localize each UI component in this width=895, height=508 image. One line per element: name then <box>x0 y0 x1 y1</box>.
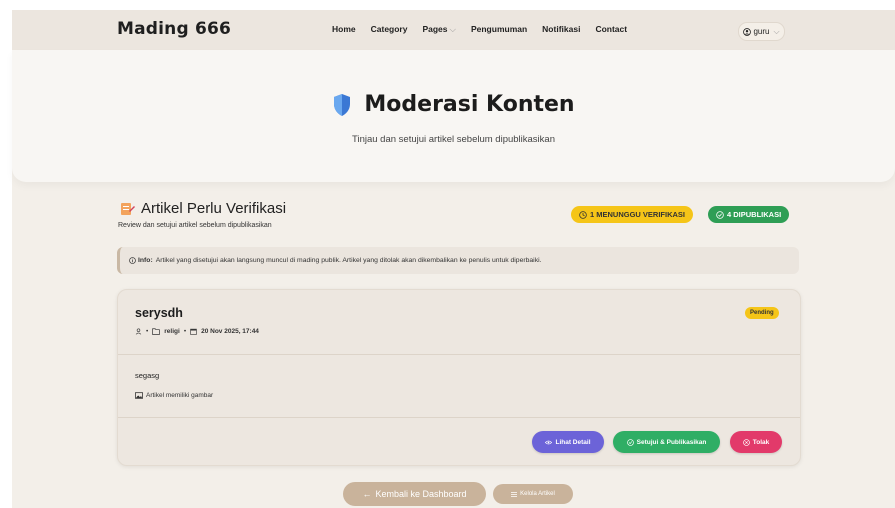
hero-banner: Moderasi Konten Tinjau dan setujui artik… <box>12 50 895 182</box>
nav-category[interactable]: Category <box>371 24 408 35</box>
shield-icon <box>332 93 352 117</box>
nav-home[interactable]: Home <box>332 24 356 35</box>
image-note: Artikel memiliki gambar <box>135 392 213 399</box>
article-title: serysdh <box>135 306 183 320</box>
published-count-text: 4 DIPUBLIKASI <box>727 210 782 219</box>
info-alert: Info: Artikel yang disetujui akan langsu… <box>117 247 799 274</box>
view-detail-button[interactable]: Lihat Detail <box>532 431 604 453</box>
eye-icon <box>545 440 553 445</box>
view-detail-label: Lihat Detail <box>555 438 591 446</box>
info-text: Artikel yang disetujui akan langsung mun… <box>155 257 542 264</box>
navbar: Mading 666 Home Category Pages ⌵ Pengumum… <box>12 10 895 51</box>
folder-icon <box>152 328 161 335</box>
article-date: 20 Nov 2025, 17:44 <box>201 328 259 335</box>
nav-pages-label: Pages <box>422 24 448 34</box>
manage-articles-button[interactable]: Kelola Artikel <box>493 484 573 504</box>
arrow-left-icon: ← <box>362 489 372 499</box>
nav-pengumuman[interactable]: Pengumuman <box>471 24 527 35</box>
manage-articles-label: Kelola Artikel <box>520 491 555 497</box>
section-title: Artikel Perlu Verifikasi <box>120 200 286 217</box>
published-count-badge: 4 DIPUBLIKASI <box>708 206 790 223</box>
section-title-text: Artikel Perlu Verifikasi <box>141 200 287 217</box>
article-meta: • religi • 20 Nov 2025, 17:44 <box>135 328 259 335</box>
nav-contact[interactable]: Contact <box>595 24 627 35</box>
meta-separator: • <box>146 328 149 335</box>
article-card: serysdh Pending • religi • 20 Nov 2025, … <box>117 289 801 466</box>
list-icon <box>511 491 518 497</box>
reject-label: Tolak <box>752 438 770 446</box>
image-note-text: Artikel memiliki gambar <box>146 392 214 399</box>
calendar-icon <box>190 328 197 335</box>
check-circle-icon <box>626 438 634 446</box>
waiting-count-text: 1 MENUNGGU VERIFIKASI <box>590 210 686 219</box>
x-circle-icon <box>742 438 750 446</box>
approve-publish-button[interactable]: Setujui & Publikasikan <box>613 431 720 453</box>
person-icon <box>135 328 142 335</box>
card-divider <box>118 354 800 355</box>
card-divider-bottom <box>118 417 800 418</box>
meta-separator-2: • <box>183 328 187 335</box>
page-title: Moderasi Konten <box>364 92 575 117</box>
article-excerpt: segasg <box>135 371 160 380</box>
user-menu[interactable]: guru ⌵ <box>738 22 785 41</box>
check-circle-icon <box>716 210 724 219</box>
info-circle-icon <box>129 257 136 264</box>
reject-button[interactable]: Tolak <box>730 431 782 453</box>
hero-heading: Moderasi Konten <box>12 92 895 117</box>
section-subtitle: Review dan setujui artikel sebelum dipub… <box>118 222 272 229</box>
user-chevron-icon: ⌵ <box>773 26 780 36</box>
info-label: Info: <box>138 257 153 264</box>
user-circle-icon <box>743 27 752 36</box>
back-to-dashboard-button[interactable]: ← Kembali ke Dashboard <box>343 482 486 506</box>
user-name: guru <box>753 27 770 36</box>
clock-icon <box>579 210 587 219</box>
waiting-count-badge: 1 MENUNGGU VERIFIKASI <box>571 206 694 223</box>
approve-publish-label: Setujui & Publikasikan <box>636 438 707 446</box>
image-icon <box>135 392 143 399</box>
chevron-down-icon: ⌵ <box>449 24 456 34</box>
back-to-dashboard-label: Kembali ke Dashboard <box>375 489 467 499</box>
status-badge: Pending <box>745 307 779 319</box>
pencil-document-icon <box>120 201 135 216</box>
page-subtitle: Tinjau dan setujui artikel sebelum dipub… <box>352 134 555 145</box>
article-category: religi <box>164 328 180 335</box>
nav-notifikasi[interactable]: Notifikasi <box>542 24 580 35</box>
nav-pages[interactable]: Pages ⌵ <box>422 24 456 35</box>
brand-logo[interactable]: Mading 666 <box>117 19 231 39</box>
nav-links: Home Category Pages ⌵ Pengumuman Notifika… <box>332 24 627 35</box>
